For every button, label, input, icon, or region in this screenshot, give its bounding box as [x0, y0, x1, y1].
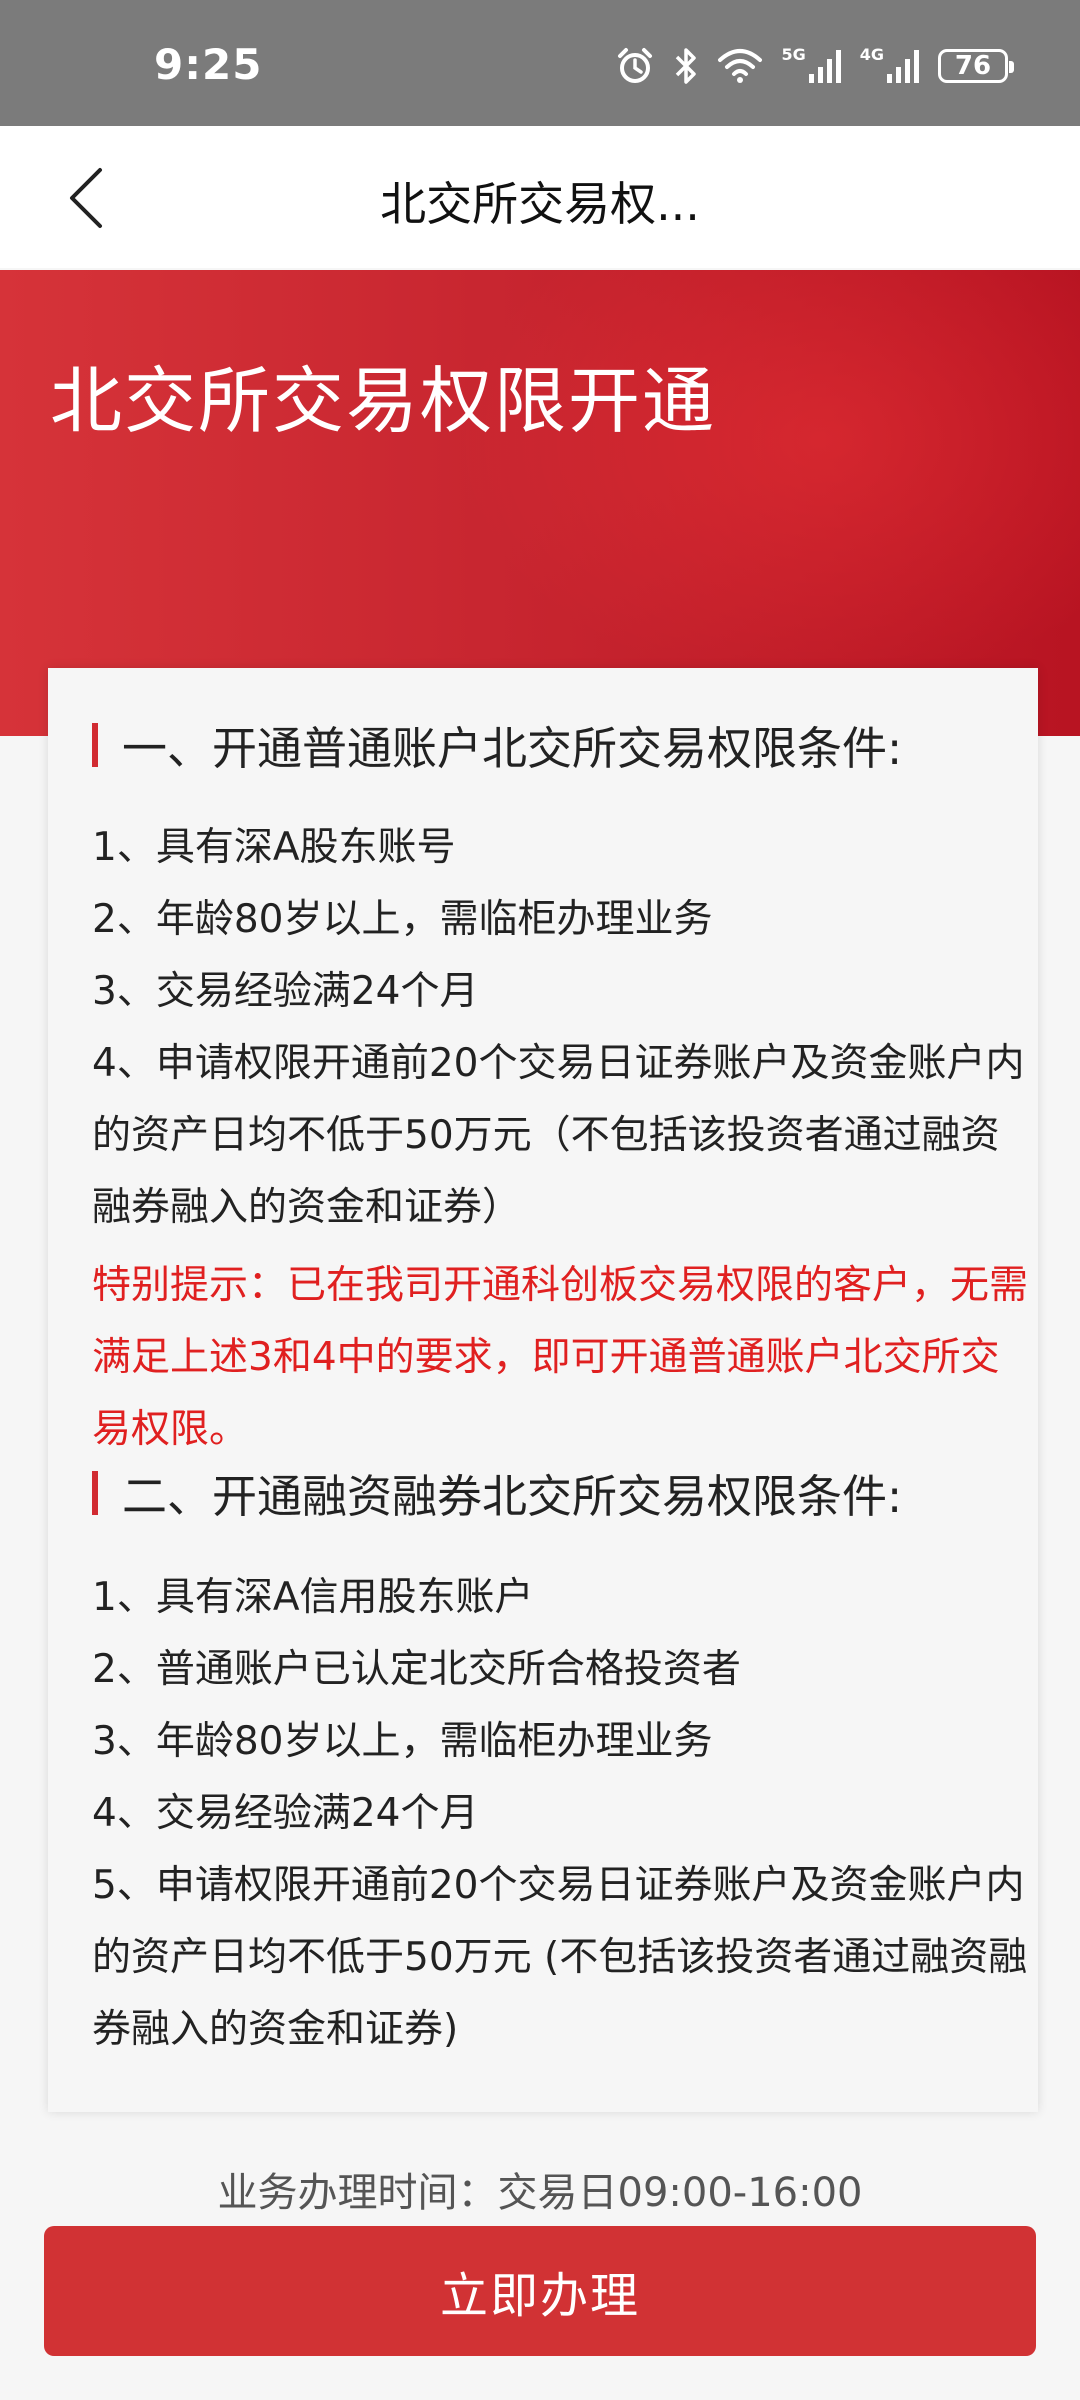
- signal-icon: [808, 50, 841, 83]
- list-item: 4、交易经验满24个月: [92, 1791, 479, 1836]
- list-item: 1、具有深A股东账号: [92, 825, 456, 870]
- list-item: 1、具有深A信用股东账户: [92, 1575, 534, 1620]
- section-header-normal: 一、开通普通账户北交所交易权限条件:: [92, 712, 902, 777]
- section-marker: [92, 1470, 98, 1515]
- section-title-normal: 一、开通普通账户北交所交易权限条件:: [122, 722, 903, 775]
- banner: 北交所交易权限开通: [0, 270, 1080, 736]
- network-4g-label: 4G: [859, 44, 884, 64]
- list-item: 4、申请权限开通前20个交易日证券账户及资金账户内的资产日均不低于50万元（不包…: [92, 1041, 1025, 1230]
- signal-5g: 5G: [781, 44, 841, 84]
- list-item: 3、年龄80岁以上，需临柜办理业务: [92, 1719, 713, 1764]
- section-title-margin: 二、开通融资融券北交所交易权限条件:: [122, 1470, 903, 1523]
- conditions-card: 一、开通普通账户北交所交易权限条件: 1、具有深A股东账号 2、年龄80岁以上，…: [48, 668, 1038, 2112]
- list-item: 3、交易经验满24个月: [92, 969, 479, 1014]
- section-header-margin: 二、开通融资融券北交所交易权限条件:: [92, 1460, 902, 1525]
- apply-now-button[interactable]: 立即办理: [44, 2226, 1036, 2356]
- alarm-icon: [615, 46, 655, 86]
- battery-icon: 76: [938, 49, 1014, 83]
- nav-bar: 北交所交易权...: [0, 126, 1080, 268]
- wifi-icon: [717, 48, 763, 84]
- signal-icon: [887, 50, 919, 83]
- status-time: 9:25: [154, 40, 263, 89]
- list-item: 2、普通账户已认定北交所合格投资者: [92, 1647, 741, 1692]
- network-5g-label: 5G: [781, 44, 806, 64]
- banner-title: 北交所交易权限开通: [50, 359, 717, 443]
- list-item: 2、年龄80岁以上，需临柜办理业务: [92, 897, 713, 942]
- status-icons: 5G 4G 76: [597, 44, 1014, 88]
- bluetooth-icon: [673, 46, 699, 86]
- status-bar: 9:25 5G 4G 76: [0, 0, 1080, 126]
- signal-4g: 4G: [859, 44, 920, 84]
- page-title: 北交所交易权...: [380, 177, 700, 231]
- list-item: 5、申请权限开通前20个交易日证券账户及资金账户内的资产日均不低于50万元 (不…: [92, 1863, 1028, 2052]
- section-marker: [92, 722, 98, 767]
- battery-level: 76: [938, 49, 1014, 83]
- business-hours: 业务办理时间：交易日09:00-16:00: [217, 2170, 863, 2216]
- special-tip: 特别提示：已在我司开通科创板交易权限的客户，无需满足上述3和4中的要求，即可开通…: [92, 1263, 1029, 1452]
